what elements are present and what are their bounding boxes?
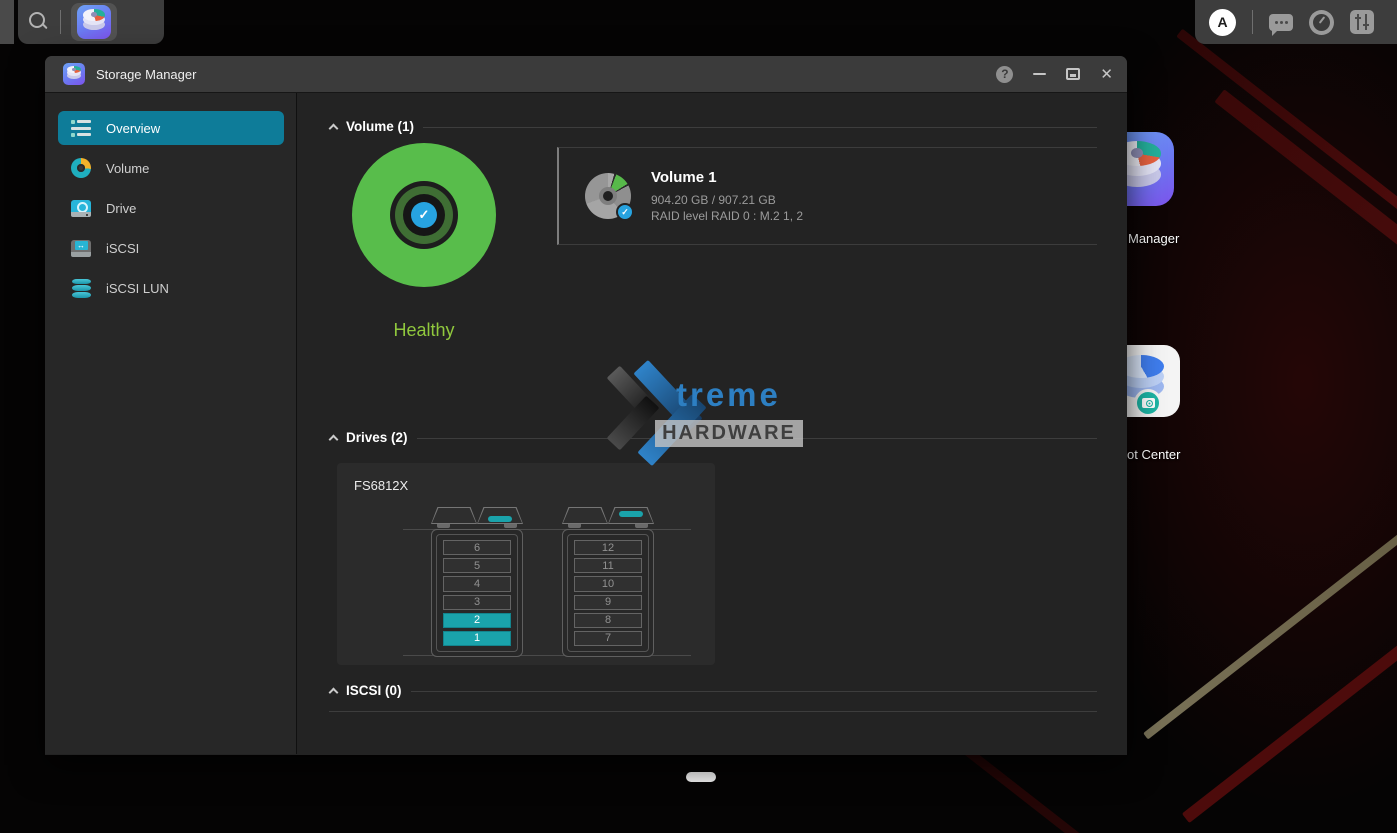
sidebar: Overview Volume Drive ↔ iSCSI [45,93,297,754]
drive-slot-5[interactable]: 5 [443,558,511,573]
drive-slot-1[interactable]: 1 [443,631,511,646]
health-status-label: Healthy [352,320,496,341]
drive-slot-3[interactable]: 3 [443,595,511,610]
section-title: Drives (2) [346,430,408,445]
watermark: treme HARDWARE [598,374,803,460]
section-header-volume[interactable]: Volume (1) [329,119,1097,134]
drive-slot-11[interactable]: 11 [574,558,642,573]
sidebar-item-label: Overview [106,121,160,136]
enclosure-model: FS6812X [354,478,408,493]
drive-slot-12[interactable]: 12 [574,540,642,555]
sidebar-item-volume[interactable]: Volume [58,151,284,185]
desktop: Manager ot Center A Storage Manager ? [0,0,1397,833]
taskbar-divider [60,10,61,34]
section-rule [411,691,1097,692]
camera-badge-icon [1134,389,1162,417]
sidebar-item-drive[interactable]: Drive [58,191,284,225]
drive-slot-10[interactable]: 10 [574,576,642,591]
window-titlebar[interactable]: Storage Manager ? ✕ [45,56,1127,93]
iscsi-icon: ↔ [70,238,92,258]
volume-health-donut: ✓ [352,143,496,287]
iscsi-lun-icon [70,278,92,298]
maximize-button[interactable] [1066,68,1080,80]
volume-check-badge-icon: ✓ [616,203,634,221]
section-title: ISCSI (0) [346,683,402,698]
desktop-icon-label[interactable]: ot Center [1127,447,1180,462]
window-title: Storage Manager [96,67,196,82]
sidebar-item-label: Drive [106,201,136,216]
drive-slot-7[interactable]: 7 [574,631,642,646]
storage-manager-app-icon [63,63,85,85]
user-avatar[interactable]: A [1209,9,1236,36]
sidebar-item-label: Volume [106,161,149,176]
collapse-caret-icon[interactable] [329,434,337,442]
volume-raid-level: RAID level RAID 0 : M.2 1, 2 [651,208,803,224]
section-rule [329,711,1097,712]
taskbar-app-storage-manager[interactable] [71,3,117,41]
m2-slot-indicator [619,511,643,517]
sidebar-item-iscsi[interactable]: ↔ iSCSI [58,231,284,265]
enclosure-card: FS6812X 6 5 4 3 2 1 [337,463,715,665]
preferences-icon[interactable] [1350,10,1374,34]
drive-slot-8[interactable]: 8 [574,613,642,628]
volume-disc-icon: ✓ [585,173,631,219]
drive-tower-2: 12 11 10 9 8 7 [562,507,654,657]
health-check-icon: ✓ [411,202,437,228]
section-rule [417,438,1097,439]
volume-capacity: 904.20 GB / 907.21 GB [651,192,803,208]
drive-slot-9[interactable]: 9 [574,595,642,610]
close-button[interactable]: ✕ [1100,67,1113,82]
notifications-icon[interactable] [1269,14,1293,31]
system-monitor-icon[interactable] [1309,10,1334,35]
section-rule [423,127,1097,128]
taskbar-reveal-pill[interactable] [686,772,716,782]
tower-body: 6 5 4 3 2 1 [431,529,523,657]
m2-slot-indicator [488,516,512,522]
tower-lid [431,507,523,524]
drive-icon [70,198,92,218]
drive-slot-2[interactable]: 2 [443,613,511,628]
tower-body: 12 11 10 9 8 7 [562,529,654,657]
desktop-icon-label[interactable]: Manager [1128,231,1179,246]
overview-icon [70,118,92,138]
drive-tower-1: 6 5 4 3 2 1 [431,507,523,657]
drive-slot-6[interactable]: 6 [443,540,511,555]
volume-icon [70,158,92,178]
overview-content: Volume (1) ✓ Healthy ✓ [297,93,1127,754]
volume-name: Volume 1 [651,169,803,186]
section-header-drives[interactable]: Drives (2) [329,430,1097,445]
tower-lid [562,507,654,524]
watermark-text: treme [676,376,781,414]
storage-manager-app-icon [77,5,111,39]
taskbar-edge-button[interactable] [0,0,14,44]
taskbar-divider [1252,10,1253,34]
minimize-button[interactable] [1033,73,1046,75]
volume-card[interactable]: ✓ Volume 1 904.20 GB / 907.21 GB RAID le… [557,147,1097,245]
help-button[interactable]: ? [996,66,1013,83]
sidebar-item-label: iSCSI [106,241,139,256]
sidebar-item-overview[interactable]: Overview [58,111,284,145]
drive-slot-4[interactable]: 4 [443,576,511,591]
search-icon[interactable] [26,10,50,34]
sidebar-item-iscsi-lun[interactable]: iSCSI LUN [58,271,284,305]
section-header-iscsi[interactable]: ISCSI (0) [329,683,1097,698]
section-title: Volume (1) [346,119,414,134]
collapse-caret-icon[interactable] [329,687,337,695]
taskbar-right-cluster: A [1195,0,1397,44]
taskbar-left-cluster [18,0,164,44]
storage-manager-window: Storage Manager ? ✕ Overview Volum [45,56,1127,755]
sidebar-item-label: iSCSI LUN [106,281,169,296]
collapse-caret-icon[interactable] [329,123,337,131]
